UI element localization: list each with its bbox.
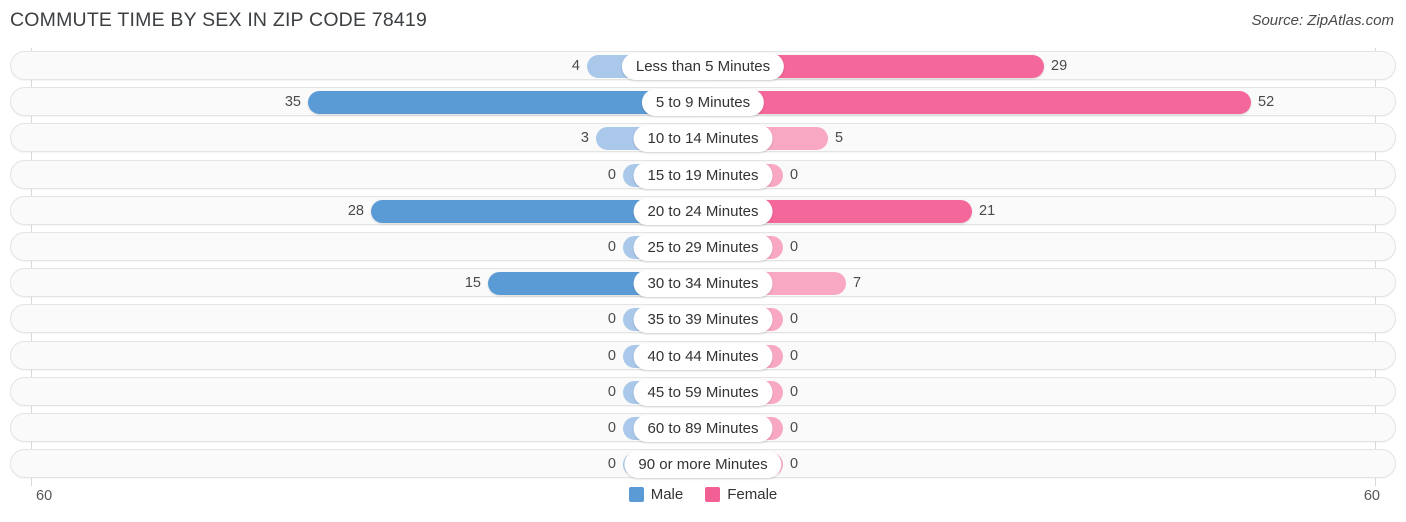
value-label-female: 0: [790, 166, 799, 183]
legend-label: Female: [727, 486, 778, 503]
table-row[interactable]: 0 0 15 to 19 Minutes: [10, 159, 1396, 189]
value-label-female: 0: [790, 311, 799, 328]
commute-time-by-sex-chart: COMMUTE TIME BY SEX IN ZIP CODE 78419 So…: [0, 0, 1406, 522]
value-label-female: 0: [790, 347, 799, 364]
source-attribution: Source: ZipAtlas.com: [1251, 12, 1394, 29]
value-label-female: 7: [853, 275, 862, 292]
value-label-male: 0: [607, 239, 616, 255]
legend-label: Male: [650, 486, 684, 503]
category-label[interactable]: 30 to 34 Minutes: [633, 270, 773, 298]
category-label[interactable]: 5 to 9 Minutes: [641, 89, 765, 117]
value-label-male: 0: [607, 456, 616, 473]
category-label[interactable]: Less than 5 Minutes: [621, 53, 785, 80]
category-label[interactable]: 25 to 29 Minutes: [633, 234, 773, 261]
value-label-male: 0: [607, 420, 616, 436]
value-label-male: 15: [464, 275, 481, 292]
table-row[interactable]: 0 0 40 to 44 Minutes: [10, 340, 1396, 370]
value-label-male: 0: [607, 311, 616, 328]
value-label-female: 0: [790, 239, 799, 255]
value-label-male: 3: [580, 130, 589, 147]
value-label-female: 21: [979, 202, 996, 219]
category-label[interactable]: 60 to 89 Minutes: [633, 415, 773, 442]
page-title: COMMUTE TIME BY SEX IN ZIP CODE 78419: [10, 9, 428, 31]
value-label-female: 5: [835, 130, 844, 147]
category-label[interactable]: 90 or more Minutes: [624, 451, 782, 479]
value-label-female: 0: [790, 456, 799, 473]
legend-item-female[interactable]: Female: [705, 486, 777, 503]
chart-legend: Male Female: [0, 486, 1406, 503]
category-label[interactable]: 45 to 59 Minutes: [633, 378, 773, 406]
table-row[interactable]: 0 0 60 to 89 Minutes: [10, 413, 1396, 442]
legend-swatch-icon: [628, 487, 644, 502]
table-row[interactable]: 3 5 10 to 14 Minutes: [10, 123, 1396, 153]
value-label-female: 0: [790, 420, 799, 436]
table-row[interactable]: 0 0 45 to 59 Minutes: [10, 376, 1396, 406]
category-label[interactable]: 20 to 24 Minutes: [633, 197, 773, 225]
value-label-male: 0: [607, 166, 616, 183]
legend-item-male[interactable]: Male: [628, 486, 684, 503]
category-label[interactable]: 40 to 44 Minutes: [633, 342, 773, 370]
value-label-male: 0: [607, 347, 616, 364]
value-label-female: 0: [790, 383, 799, 400]
value-label-male: 28: [347, 202, 364, 219]
category-label[interactable]: 35 to 39 Minutes: [633, 306, 773, 334]
value-label-female: 52: [1258, 94, 1275, 111]
table-row[interactable]: 4 29 Less than 5 Minutes: [10, 51, 1396, 80]
category-label[interactable]: 10 to 14 Minutes: [633, 125, 773, 153]
bar-female[interactable]: [703, 91, 1251, 115]
table-row[interactable]: 0 0 90 or more Minutes: [10, 449, 1396, 479]
table-row[interactable]: 0 0 35 to 39 Minutes: [10, 304, 1396, 334]
legend-swatch-icon: [705, 487, 721, 502]
category-label[interactable]: 15 to 19 Minutes: [633, 161, 773, 189]
table-row[interactable]: 0 0 25 to 29 Minutes: [10, 232, 1396, 261]
plot-area: 4 29 Less than 5 Minutes 35 52 5 to 9 Minutes…: [0, 48, 1406, 486]
value-label-male: 4: [571, 58, 580, 74]
value-label-male: 35: [284, 94, 301, 111]
value-label-male: 0: [607, 383, 616, 400]
table-row[interactable]: 15 7 30 to 34 Minutes: [10, 268, 1396, 298]
value-label-female: 29: [1051, 58, 1068, 74]
table-row[interactable]: 35 52 5 to 9 Minutes: [10, 87, 1396, 117]
table-row[interactable]: 28 21 20 to 24 Minutes: [10, 195, 1396, 225]
